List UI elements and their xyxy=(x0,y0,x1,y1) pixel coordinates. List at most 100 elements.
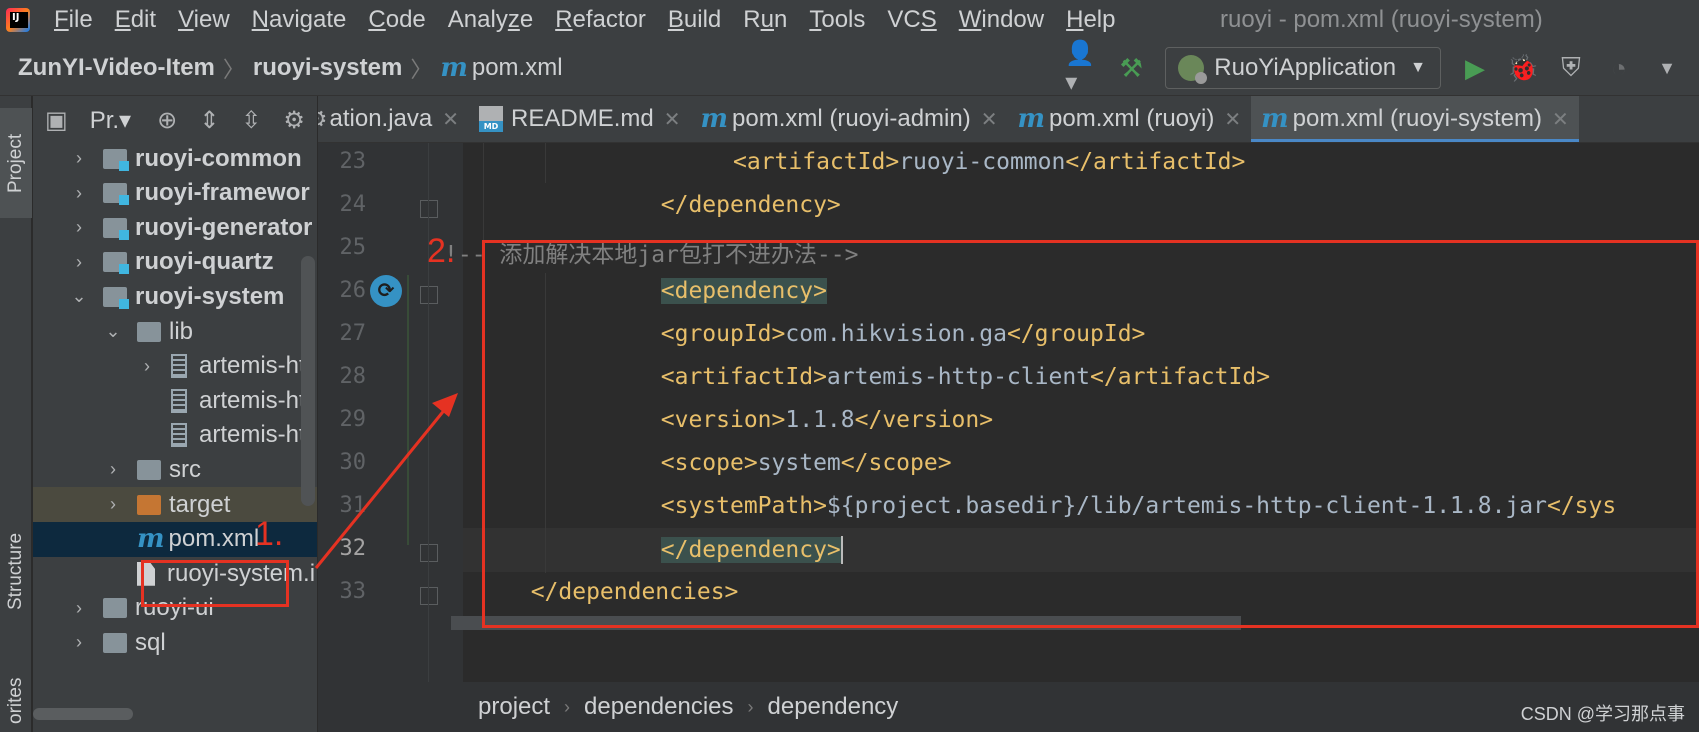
tree-item-lib[interactable]: ⌄ lib xyxy=(33,314,317,349)
collapse-all-icon[interactable]: ⇳ xyxy=(241,106,261,135)
close-icon[interactable]: ✕ xyxy=(442,107,459,132)
tree-item-label: artemis-htt xyxy=(199,421,313,449)
chevron-right-icon[interactable]: › xyxy=(69,183,89,204)
breadcrumb-project[interactable]: ZunYI-Video-Item xyxy=(18,54,215,82)
editor-tab[interactable]: m pom.xml (ruoyi-system) ✕ xyxy=(1251,96,1579,142)
close-icon[interactable]: ✕ xyxy=(1224,107,1241,132)
tree-item-sql[interactable]: › sql xyxy=(33,625,317,660)
chevron-down-icon[interactable]: ▼ xyxy=(1649,50,1685,86)
tree-item-artemis-htt[interactable]: artemis-htt xyxy=(33,383,317,418)
menu-refactor[interactable]: Refactor xyxy=(555,6,646,34)
tree-item-label: artemis-htt xyxy=(199,352,313,380)
close-icon[interactable]: ✕ xyxy=(1552,107,1569,132)
editor-tab[interactable]: README.md ✕ xyxy=(469,96,690,142)
tree-vertical-scrollbar[interactable] xyxy=(301,256,315,506)
menu-bar: File Edit View Navigate Code Analyze Refactor B… xyxy=(0,0,1699,40)
editor-tab[interactable]: m pom.xml (ruoyi) ✕ xyxy=(1007,96,1251,142)
menu-vcs[interactable]: VCS xyxy=(887,6,936,34)
jar-icon xyxy=(171,354,187,379)
gear-icon[interactable]: ⚙ xyxy=(283,106,305,135)
chevron-right-icon[interactable]: › xyxy=(103,494,123,515)
tree-item-label: ruoyi-generator xyxy=(135,213,313,241)
locate-icon[interactable]: ⊕ xyxy=(157,106,177,135)
folder-icon xyxy=(103,632,127,653)
chevron-down-icon[interactable]: ⌄ xyxy=(69,286,89,307)
excluded-folder-icon xyxy=(137,494,161,515)
fold-marker-icon[interactable] xyxy=(420,544,438,562)
tree-item-ruoyi-system[interactable]: ⌄ ruoyi-system xyxy=(33,279,317,314)
chevron-down-icon[interactable]: ⌄ xyxy=(103,321,123,342)
project-panel-header: ▣ Pr.▾ ⊕ ⇕ ⇳ ⚙ xyxy=(33,96,317,144)
markdown-icon xyxy=(479,106,504,132)
editor-tab-label: ation.java xyxy=(329,105,433,132)
annotation-step-1: 1. xyxy=(255,515,284,553)
menu-edit[interactable]: Edit xyxy=(115,6,156,34)
chevron-right-icon[interactable]: › xyxy=(137,356,157,377)
fold-marker-icon[interactable] xyxy=(420,286,438,304)
editor-tab[interactable]: m pom.xml (ruoyi-admin) ✕ xyxy=(690,96,1007,142)
menu-view[interactable]: View xyxy=(178,6,230,34)
project-view-icon[interactable]: ▣ xyxy=(45,106,68,135)
editor-tab[interactable]: ⚙ation.java ✕ xyxy=(318,96,469,142)
build-hammer-icon[interactable]: ⚒ xyxy=(1113,50,1149,86)
menu-run[interactable]: Run xyxy=(743,6,787,34)
breadcrumb-file[interactable]: pom.xml xyxy=(472,54,563,82)
user-icon[interactable]: 👤▾ xyxy=(1065,40,1101,96)
code-line: <artifactId>ruoyi-common</artifactId> xyxy=(733,149,1246,175)
close-icon[interactable]: ✕ xyxy=(664,107,681,132)
profiler-icon[interactable]: ◔ xyxy=(1601,50,1637,86)
menu-tools[interactable]: Tools xyxy=(809,6,865,34)
menu-help[interactable]: Help xyxy=(1066,6,1115,34)
main-toolbar: 👤▾ ⚒ RuoYiApplication ▼ ▶ 🐞 ⛨ ◔ ▼ xyxy=(1059,40,1699,96)
menu-navigate[interactable]: Navigate xyxy=(252,6,347,34)
annotation-box-code xyxy=(482,240,1699,628)
editor-crumb-project[interactable]: project xyxy=(478,693,550,721)
tree-item-artemis-htt[interactable]: artemis-htt xyxy=(33,418,317,453)
fold-marker-icon[interactable] xyxy=(420,587,438,605)
chevron-right-icon[interactable]: › xyxy=(69,217,89,238)
chevron-right-icon[interactable]: › xyxy=(69,632,89,653)
menu-window[interactable]: Window xyxy=(959,6,1044,34)
close-icon[interactable]: ✕ xyxy=(981,107,998,132)
coverage-icon[interactable]: ⛨ xyxy=(1553,50,1589,86)
tree-horizontal-scrollbar[interactable] xyxy=(33,708,133,720)
menu-analyze[interactable]: Analyze xyxy=(448,6,533,34)
tree-item-artemis-htt[interactable]: › artemis-htt xyxy=(33,349,317,384)
debug-icon[interactable]: 🐞 xyxy=(1505,50,1541,86)
tree-item-ruoyi-quartz[interactable]: › ruoyi-quartz xyxy=(33,245,317,280)
tool-window-project-tab[interactable]: Project xyxy=(0,108,32,218)
tree-item-ruoyi-framewor[interactable]: › ruoyi-framewor xyxy=(33,176,317,211)
chevron-right-icon[interactable]: › xyxy=(69,252,89,273)
fold-marker-icon[interactable] xyxy=(420,200,438,218)
editor-tab-label: pom.xml (ruoyi) xyxy=(1049,105,1215,132)
breadcrumb-module[interactable]: ruoyi-system xyxy=(253,54,402,82)
tree-item-label: target xyxy=(169,490,231,518)
menu-code[interactable]: Code xyxy=(368,6,425,34)
editor-crumb-dependency[interactable]: dependency xyxy=(768,693,899,721)
tool-window-structure-tab[interactable]: Structure xyxy=(0,516,32,626)
annotation-step-2: 2. xyxy=(427,232,456,270)
chevron-right-icon[interactable]: › xyxy=(69,148,89,169)
menu-file[interactable]: File xyxy=(54,6,93,34)
overrides-icon[interactable]: ⟳ xyxy=(370,275,402,307)
maven-icon: m xyxy=(700,104,728,134)
chevron-right-icon[interactable]: › xyxy=(103,459,123,480)
line-number: 33 xyxy=(339,579,367,604)
navigation-bar: ZunYI-Video-Item 〉 ruoyi-system 〉 m pom.… xyxy=(0,40,1699,96)
tree-item-ruoyi-common[interactable]: › ruoyi-common xyxy=(33,141,317,176)
tool-window-favorites-tab[interactable]: orites xyxy=(0,666,32,732)
jar-icon xyxy=(171,388,187,413)
editor-crumb-dependencies[interactable]: dependencies xyxy=(584,693,733,721)
menu-build[interactable]: Build xyxy=(668,6,721,34)
project-panel: ▣ Pr.▾ ⊕ ⇕ ⇳ ⚙ › ruoyi-common › ruoyi-frame… xyxy=(33,96,318,732)
folder-icon xyxy=(137,459,161,480)
run-configuration-select[interactable]: RuoYiApplication ▼ xyxy=(1165,47,1441,89)
line-number: 23 xyxy=(339,149,367,174)
project-view-selector[interactable]: Pr.▾ xyxy=(90,106,131,135)
chevron-right-icon[interactable]: › xyxy=(69,598,89,619)
tree-item-ruoyi-generator[interactable]: › ruoyi-generator xyxy=(33,210,317,245)
tree-item-src[interactable]: › src xyxy=(33,452,317,487)
expand-all-icon[interactable]: ⇕ xyxy=(199,106,219,135)
run-icon[interactable]: ▶ xyxy=(1457,50,1493,86)
gear-icon[interactable]: ⚙ xyxy=(318,105,328,134)
